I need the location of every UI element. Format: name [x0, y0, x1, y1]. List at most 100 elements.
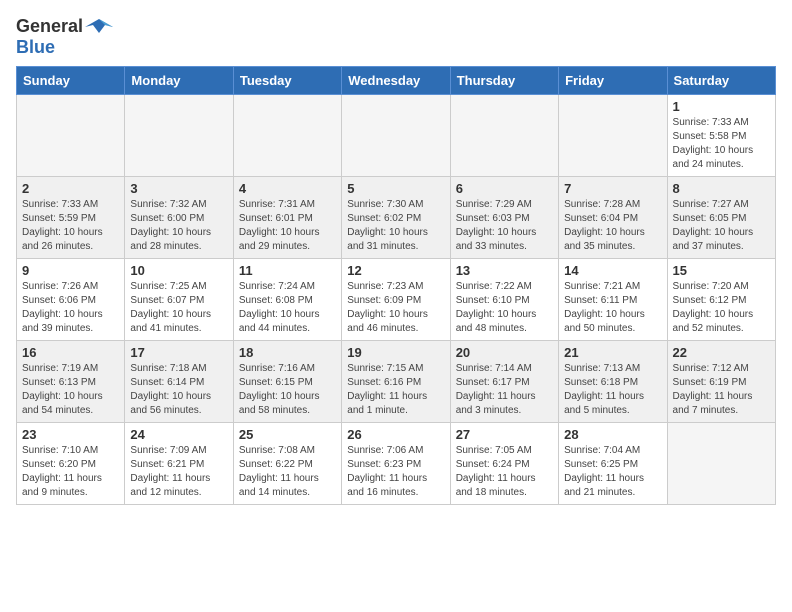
- calendar-day-cell: 26 Sunrise: 7:06 AM Sunset: 6:23 PM Dayli…: [342, 423, 450, 505]
- calendar-day-cell: [233, 95, 341, 177]
- calendar-day-cell: [125, 95, 233, 177]
- weekday-header-row: SundayMondayTuesdayWednesdayThursdayFrid…: [17, 67, 776, 95]
- calendar-day-cell: 23 Sunrise: 7:10 AM Sunset: 6:20 PM Dayli…: [17, 423, 125, 505]
- day-number: 21: [564, 345, 661, 360]
- calendar-day-cell: [559, 95, 667, 177]
- calendar-day-cell: 7Sunrise: 7:28 AM Sunset: 6:04 PM Daylig…: [559, 177, 667, 259]
- day-info: Sunrise: 7:31 AM Sunset: 6:01 PM Dayligh…: [239, 199, 320, 252]
- calendar-day-cell: 15 Sunrise: 7:20 AM Sunset: 6:12 PM Dayli…: [667, 259, 775, 341]
- calendar-week-row: 2Sunrise: 7:33 AM Sunset: 5:59 PM Daylig…: [17, 177, 776, 259]
- day-info: Sunrise: 7:06 AM Sunset: 6:23 PM Dayligh…: [347, 445, 427, 498]
- day-info: Sunrise: 7:25 AM Sunset: 6:07 PM Dayligh…: [130, 281, 211, 334]
- day-number: 15: [673, 263, 770, 278]
- calendar-day-cell: 17 Sunrise: 7:18 AM Sunset: 6:14 PM Dayli…: [125, 341, 233, 423]
- calendar-day-cell: 27 Sunrise: 7:05 AM Sunset: 6:24 PM Dayli…: [450, 423, 558, 505]
- weekday-header-friday: Friday: [559, 67, 667, 95]
- day-number: 23: [22, 427, 119, 442]
- day-info: Sunrise: 7:22 AM Sunset: 6:10 PM Dayligh…: [456, 281, 537, 334]
- calendar-day-cell: 18 Sunrise: 7:16 AM Sunset: 6:15 PM Dayli…: [233, 341, 341, 423]
- day-number: 13: [456, 263, 553, 278]
- weekday-header-saturday: Saturday: [667, 67, 775, 95]
- day-number: 6: [456, 181, 553, 196]
- day-number: 1: [673, 99, 770, 114]
- day-number: 10: [130, 263, 227, 278]
- day-info: Sunrise: 7:33 AM Sunset: 5:58 PM Dayligh…: [673, 117, 754, 170]
- logo-blue-text: Blue: [16, 37, 55, 57]
- calendar-table: SundayMondayTuesdayWednesdayThursdayFrid…: [16, 66, 776, 505]
- calendar-day-cell: 2Sunrise: 7:33 AM Sunset: 5:59 PM Daylig…: [17, 177, 125, 259]
- day-info: Sunrise: 7:28 AM Sunset: 6:04 PM Dayligh…: [564, 199, 645, 252]
- calendar-day-cell: 22 Sunrise: 7:12 AM Sunset: 6:19 PM Dayli…: [667, 341, 775, 423]
- calendar-day-cell: 19 Sunrise: 7:15 AM Sunset: 6:16 PM Dayli…: [342, 341, 450, 423]
- calendar-day-cell: 24 Sunrise: 7:09 AM Sunset: 6:21 PM Dayli…: [125, 423, 233, 505]
- day-info: Sunrise: 7:23 AM Sunset: 6:09 PM Dayligh…: [347, 281, 428, 334]
- weekday-header-sunday: Sunday: [17, 67, 125, 95]
- calendar-day-cell: 28Sunrise: 7:04 AM Sunset: 6:25 PM Dayli…: [559, 423, 667, 505]
- day-info: Sunrise: 7:05 AM Sunset: 6:24 PM Dayligh…: [456, 445, 536, 498]
- day-number: 20: [456, 345, 553, 360]
- day-info: Sunrise: 7:10 AM Sunset: 6:20 PM Dayligh…: [22, 445, 102, 498]
- calendar-day-cell: 9 Sunrise: 7:26 AM Sunset: 6:06 PM Daylig…: [17, 259, 125, 341]
- calendar-day-cell: [17, 95, 125, 177]
- day-info: Sunrise: 7:26 AM Sunset: 6:06 PM Dayligh…: [22, 281, 103, 334]
- day-number: 25: [239, 427, 336, 442]
- calendar-day-cell: 21 Sunrise: 7:13 AM Sunset: 6:18 PM Dayli…: [559, 341, 667, 423]
- calendar-day-cell: 5Sunrise: 7:30 AM Sunset: 6:02 PM Daylig…: [342, 177, 450, 259]
- day-info: Sunrise: 7:09 AM Sunset: 6:21 PM Dayligh…: [130, 445, 210, 498]
- calendar-week-row: 23 Sunrise: 7:10 AM Sunset: 6:20 PM Dayli…: [17, 423, 776, 505]
- day-number: 14: [564, 263, 661, 278]
- day-number: 8: [673, 181, 770, 196]
- day-info: Sunrise: 7:27 AM Sunset: 6:05 PM Dayligh…: [673, 199, 754, 252]
- day-info: Sunrise: 7:21 AM Sunset: 6:11 PM Dayligh…: [564, 281, 645, 334]
- day-number: 3: [130, 181, 227, 196]
- calendar-day-cell: 11 Sunrise: 7:24 AM Sunset: 6:08 PM Dayli…: [233, 259, 341, 341]
- day-number: 16: [22, 345, 119, 360]
- calendar-week-row: 9 Sunrise: 7:26 AM Sunset: 6:06 PM Daylig…: [17, 259, 776, 341]
- calendar-day-cell: 4Sunrise: 7:31 AM Sunset: 6:01 PM Daylig…: [233, 177, 341, 259]
- day-info: Sunrise: 7:14 AM Sunset: 6:17 PM Dayligh…: [456, 363, 536, 416]
- weekday-header-tuesday: Tuesday: [233, 67, 341, 95]
- day-info: Sunrise: 7:18 AM Sunset: 6:14 PM Dayligh…: [130, 363, 211, 416]
- logo-bird-icon: [85, 17, 113, 35]
- calendar-day-cell: 3 Sunrise: 7:32 AM Sunset: 6:00 PM Daylig…: [125, 177, 233, 259]
- day-info: Sunrise: 7:29 AM Sunset: 6:03 PM Dayligh…: [456, 199, 537, 252]
- day-info: Sunrise: 7:30 AM Sunset: 6:02 PM Dayligh…: [347, 199, 428, 252]
- weekday-header-thursday: Thursday: [450, 67, 558, 95]
- calendar-day-cell: [342, 95, 450, 177]
- calendar-day-cell: 12Sunrise: 7:23 AM Sunset: 6:09 PM Dayli…: [342, 259, 450, 341]
- logo-general-text: General: [16, 16, 83, 37]
- day-info: Sunrise: 7:13 AM Sunset: 6:18 PM Dayligh…: [564, 363, 644, 416]
- calendar-week-row: 1 Sunrise: 7:33 AM Sunset: 5:58 PM Daylig…: [17, 95, 776, 177]
- day-number: 19: [347, 345, 444, 360]
- calendar-day-cell: 16 Sunrise: 7:19 AM Sunset: 6:13 PM Dayli…: [17, 341, 125, 423]
- day-number: 28: [564, 427, 661, 442]
- day-number: 17: [130, 345, 227, 360]
- day-info: Sunrise: 7:20 AM Sunset: 6:12 PM Dayligh…: [673, 281, 754, 334]
- day-info: Sunrise: 7:15 AM Sunset: 6:16 PM Dayligh…: [347, 363, 427, 416]
- day-info: Sunrise: 7:32 AM Sunset: 6:00 PM Dayligh…: [130, 199, 211, 252]
- page-header: General Blue: [16, 16, 776, 58]
- day-number: 24: [130, 427, 227, 442]
- calendar-day-cell: 25Sunrise: 7:08 AM Sunset: 6:22 PM Dayli…: [233, 423, 341, 505]
- day-number: 27: [456, 427, 553, 442]
- day-info: Sunrise: 7:16 AM Sunset: 6:15 PM Dayligh…: [239, 363, 320, 416]
- calendar-day-cell: 8 Sunrise: 7:27 AM Sunset: 6:05 PM Daylig…: [667, 177, 775, 259]
- day-number: 11: [239, 263, 336, 278]
- calendar-day-cell: [667, 423, 775, 505]
- day-number: 26: [347, 427, 444, 442]
- calendar-day-cell: 14 Sunrise: 7:21 AM Sunset: 6:11 PM Dayli…: [559, 259, 667, 341]
- day-number: 22: [673, 345, 770, 360]
- calendar-week-row: 16 Sunrise: 7:19 AM Sunset: 6:13 PM Dayli…: [17, 341, 776, 423]
- day-info: Sunrise: 7:19 AM Sunset: 6:13 PM Dayligh…: [22, 363, 103, 416]
- calendar-day-cell: 13 Sunrise: 7:22 AM Sunset: 6:10 PM Dayli…: [450, 259, 558, 341]
- logo: General Blue: [16, 16, 113, 58]
- day-number: 18: [239, 345, 336, 360]
- calendar-day-cell: 10 Sunrise: 7:25 AM Sunset: 6:07 PM Dayli…: [125, 259, 233, 341]
- calendar-day-cell: 1 Sunrise: 7:33 AM Sunset: 5:58 PM Daylig…: [667, 95, 775, 177]
- day-info: Sunrise: 7:12 AM Sunset: 6:19 PM Dayligh…: [673, 363, 753, 416]
- weekday-header-monday: Monday: [125, 67, 233, 95]
- day-number: 9: [22, 263, 119, 278]
- calendar-day-cell: 20 Sunrise: 7:14 AM Sunset: 6:17 PM Dayli…: [450, 341, 558, 423]
- day-info: Sunrise: 7:24 AM Sunset: 6:08 PM Dayligh…: [239, 281, 320, 334]
- calendar-day-cell: 6 Sunrise: 7:29 AM Sunset: 6:03 PM Daylig…: [450, 177, 558, 259]
